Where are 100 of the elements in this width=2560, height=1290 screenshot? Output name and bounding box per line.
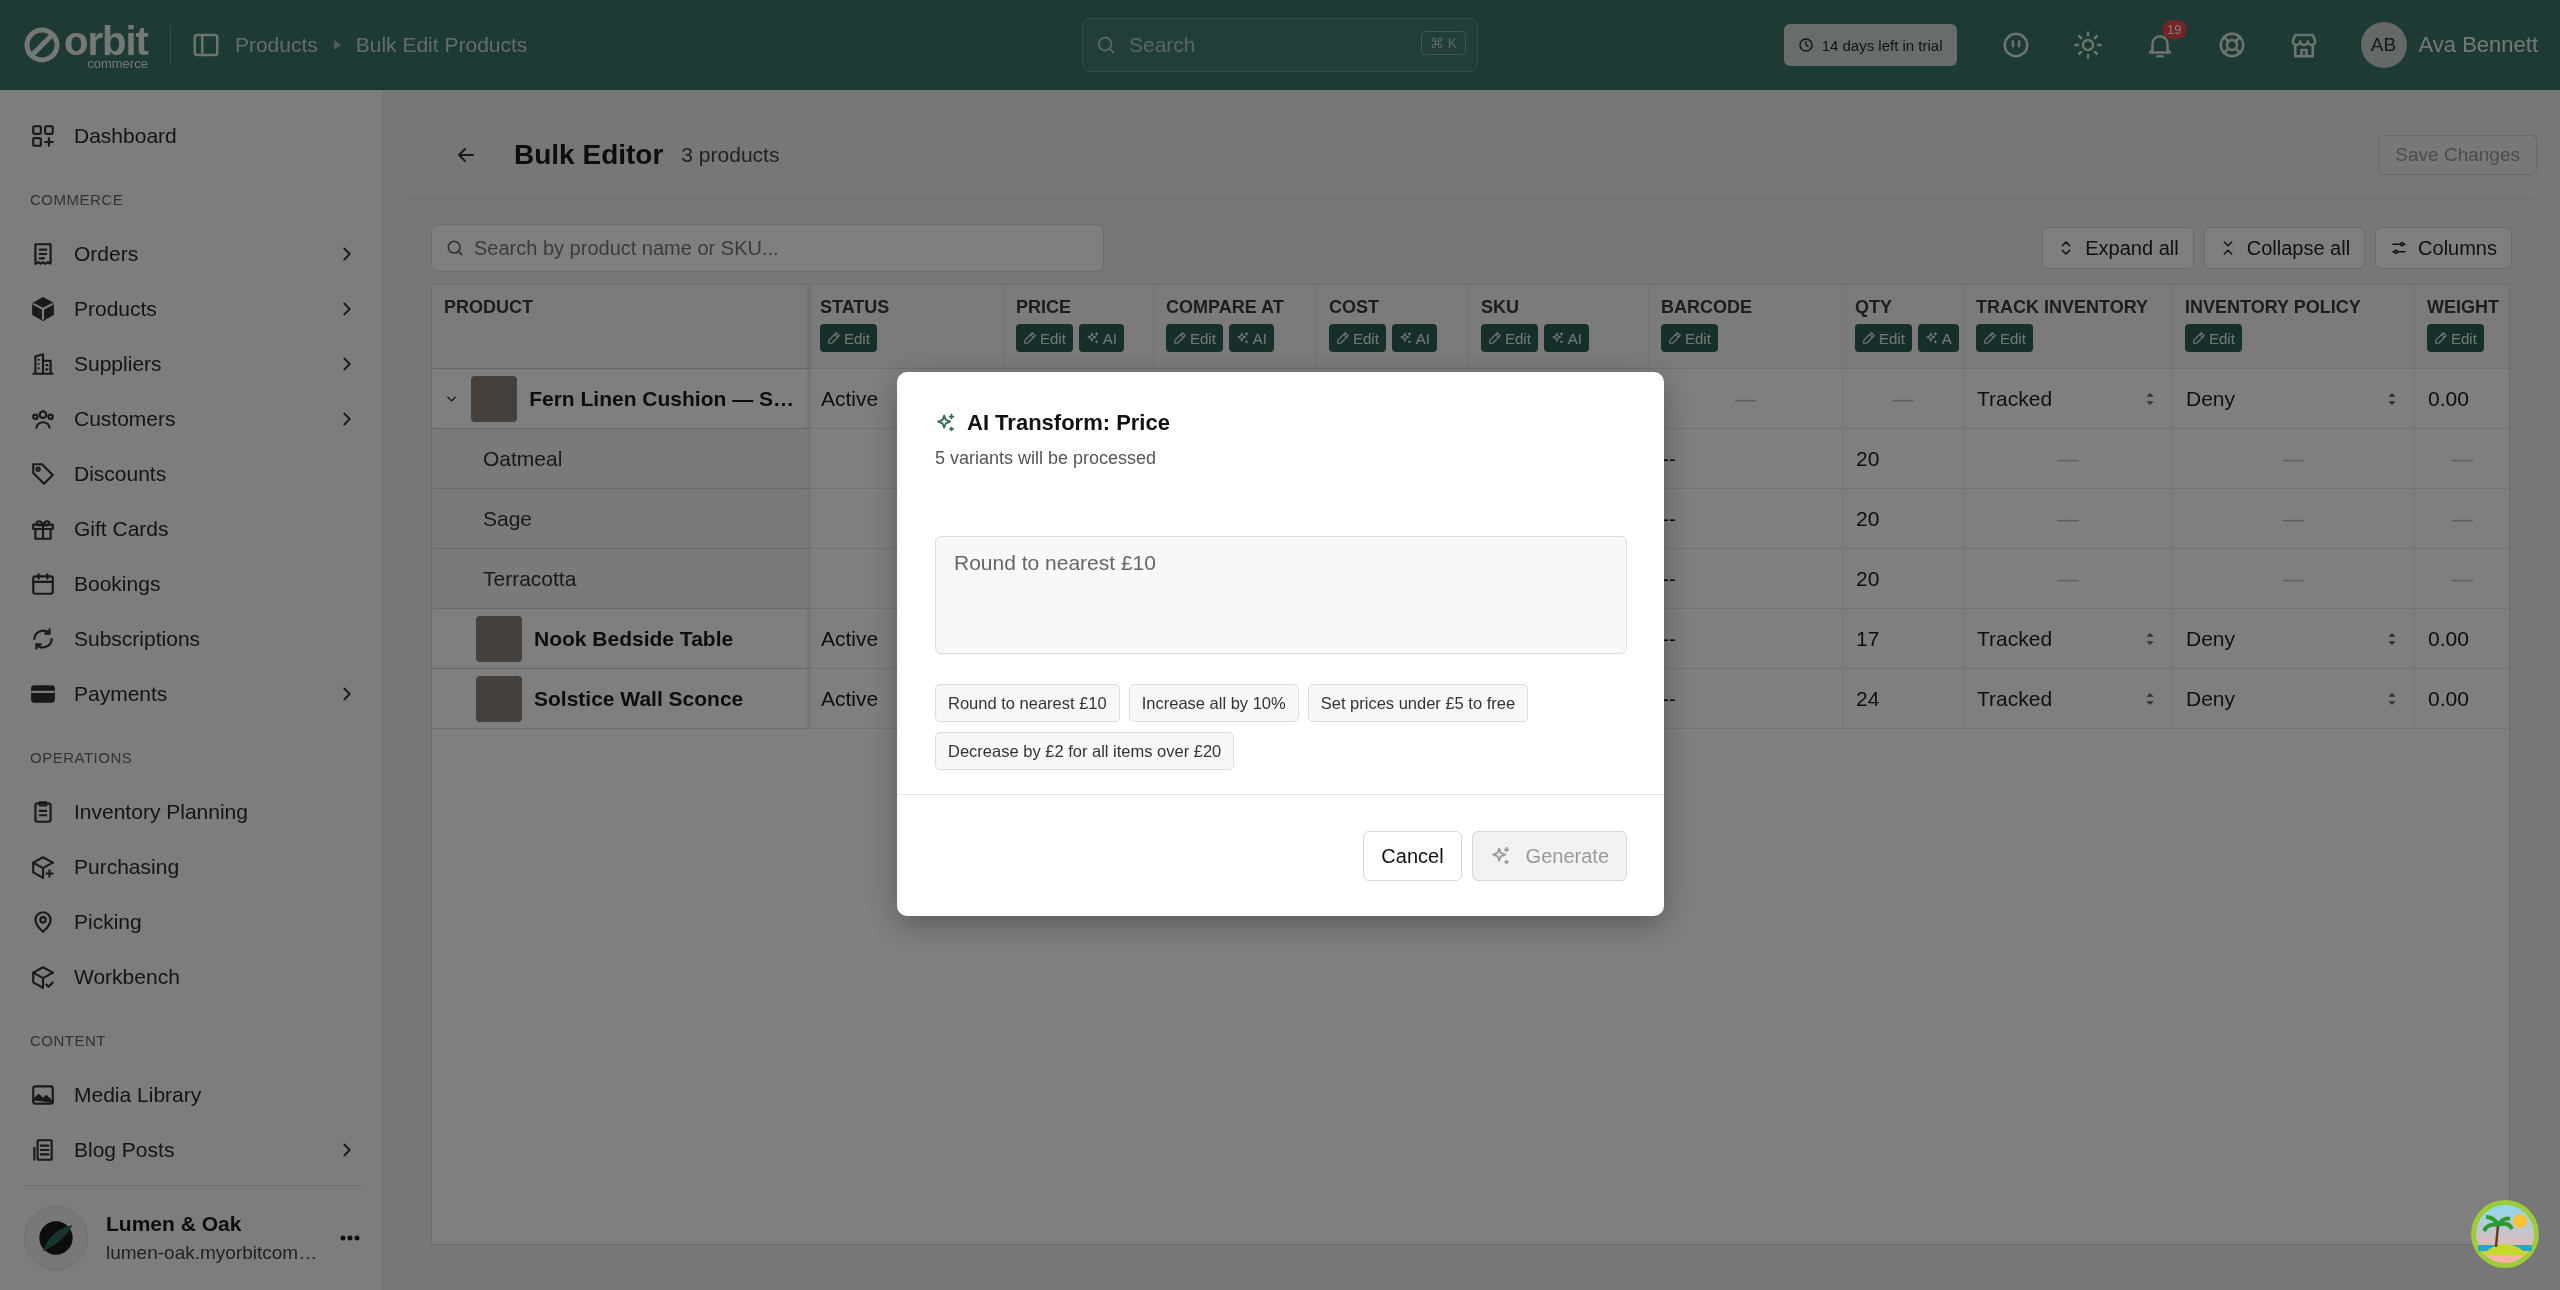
column-header: COMPARE AT (1166, 297, 1285, 318)
product-search-field[interactable]: Search by product name or SKU... (431, 224, 1104, 272)
select-field[interactable]: Tracked (1977, 626, 2159, 651)
edit-chip[interactable]: Edit (1329, 324, 1386, 352)
nav-link[interactable]: Customers (28, 391, 358, 446)
breadcrumb-link[interactable]: Products (234, 33, 318, 57)
cancel-button[interactable]: Cancel (1363, 831, 1462, 881)
nav-link[interactable]: Picking (28, 894, 358, 949)
column-header: QTY (1855, 297, 1893, 318)
nav-link[interactable]: Products (28, 281, 358, 336)
product-photo (476, 615, 522, 662)
edit-chip[interactable]: Edit (1855, 324, 1912, 352)
table-cell: 0.00 (2428, 686, 2469, 711)
package-check-icon (30, 963, 56, 990)
suggestion-chip[interactable]: Set prices under £5 to free (1307, 684, 1529, 722)
column-header: WEIGHT (2427, 297, 2498, 318)
nav-link[interactable]: Discounts (28, 446, 358, 501)
nav-link[interactable]: Dashboard (28, 108, 358, 163)
sparkle-icon (1924, 331, 1939, 345)
edit-chip[interactable]: Edit (820, 324, 877, 352)
nav-link[interactable]: Payments (28, 666, 358, 721)
nav-link[interactable]: Bookings (28, 556, 358, 611)
column-header: SKU (1481, 297, 1520, 318)
select-field[interactable]: Tracked (1977, 386, 2159, 411)
column-header: COST (1329, 297, 1380, 318)
logo-icon (22, 25, 62, 65)
prompt-field[interactable]: Round to nearest £10 (935, 536, 1627, 654)
product-name[interactable]: Nook Bedside Table (534, 626, 734, 651)
user-avatar[interactable]: AB (2360, 22, 2407, 68)
edit-chip[interactable]: Edit (2427, 324, 2484, 352)
notification-badge: 19 (2162, 20, 2187, 39)
tag-icon (30, 460, 56, 487)
pencil-icon (827, 331, 841, 345)
nav-link[interactable]: Inventory Planning (28, 784, 358, 839)
breadcrumb-link[interactable]: Bulk Edit Products (355, 33, 528, 57)
variant-name[interactable]: Sage (483, 506, 533, 531)
column-header: TRACK INVENTORY (1976, 297, 2149, 318)
suggestion-chip[interactable]: Round to nearest £10 (935, 684, 1120, 722)
section-heading: COMMERCE (30, 190, 125, 210)
product-name[interactable]: Fern Linen Cushion — S… (529, 386, 794, 411)
building-icon (30, 350, 56, 377)
grid-icon (30, 122, 56, 149)
nav-link[interactable]: Media Library (28, 1067, 358, 1122)
table-cell: — (1892, 386, 1914, 411)
nav-link[interactable]: Suppliers (28, 336, 358, 391)
store-domain: lumen-oak.myorbitcom… (106, 1242, 319, 1264)
table-cell: — (2283, 506, 2304, 531)
sun-icon[interactable] (2072, 30, 2103, 60)
table-cell: 20 (1856, 446, 1880, 471)
status-text: Active (821, 626, 879, 651)
sliders-icon (2390, 239, 2409, 257)
nav-link[interactable]: Workbench (28, 949, 358, 1004)
edit-chip[interactable]: Edit (1481, 324, 1538, 352)
dialog-subtitle: 5 variants will be processed (935, 448, 1158, 469)
toolbar-button[interactable]: Columns (2375, 227, 2512, 269)
edit-chip[interactable]: Edit (1661, 324, 1718, 352)
select-field[interactable]: Tracked (1977, 686, 2159, 711)
variant-name[interactable]: Terracotta (483, 566, 577, 591)
ai-chip[interactable]: AI (1391, 324, 1438, 352)
ai-chip[interactable]: AI (1228, 324, 1275, 352)
edit-chip[interactable]: Edit (1976, 324, 2033, 352)
page-title: Bulk Editor (514, 139, 664, 171)
table-cell: 0.00 (2428, 386, 2469, 411)
select-field[interactable]: Deny (2186, 686, 2401, 711)
toolbar-button[interactable]: Collapse all (2203, 227, 2366, 269)
toolbar-button[interactable]: Expand all (2042, 227, 2194, 269)
nav-link[interactable]: Orders (28, 226, 358, 281)
sparkle-icon (1398, 331, 1413, 345)
suggestion-chip[interactable]: Increase all by 10% (1128, 684, 1299, 722)
nav-link[interactable]: Blog Posts (28, 1122, 358, 1177)
ai-chip[interactable]: A (1917, 324, 1959, 352)
nav-link[interactable]: Gift Cards (28, 501, 358, 556)
pencil-icon (2434, 331, 2448, 345)
document-icon (30, 1136, 56, 1163)
nav-link[interactable]: Subscriptions (28, 611, 358, 666)
column-header: PRICE (1016, 297, 1072, 318)
shortcut-hint: ⌘ K (1420, 31, 1466, 55)
edit-chip[interactable]: Edit (1166, 324, 1223, 352)
ai-chip[interactable]: AI (1543, 324, 1590, 352)
pencil-icon (2192, 331, 2206, 345)
edit-chip[interactable]: Edit (1016, 324, 1073, 352)
ai-chip[interactable]: AI (1078, 324, 1125, 352)
status-text: Active (821, 386, 879, 411)
select-field[interactable]: Deny (2186, 626, 2401, 651)
product-name[interactable]: Solstice Wall Sconce (534, 686, 744, 711)
suggestion-chip[interactable]: Decrease by £2 for all items over £20 (935, 732, 1235, 770)
product-photo (476, 675, 522, 722)
store-name: Lumen & Oak (106, 1212, 243, 1236)
select-field[interactable]: Deny (2186, 386, 2401, 411)
product-photo (471, 375, 518, 422)
beach-avatar-drawing[interactable] (2470, 1199, 2540, 1269)
package-plus-icon (30, 853, 56, 880)
variant-name[interactable]: Oatmeal (483, 446, 563, 471)
pencil-icon (1862, 331, 1876, 345)
user-name[interactable]: Ava Bennett (2418, 32, 2538, 58)
column-header: STATUS (820, 297, 891, 318)
pencil-icon (1173, 331, 1187, 345)
trial-badge[interactable]: 14 days left in trial (1783, 24, 1957, 66)
nav-link[interactable]: Purchasing (28, 839, 358, 894)
edit-chip[interactable]: Edit (2185, 324, 2242, 352)
